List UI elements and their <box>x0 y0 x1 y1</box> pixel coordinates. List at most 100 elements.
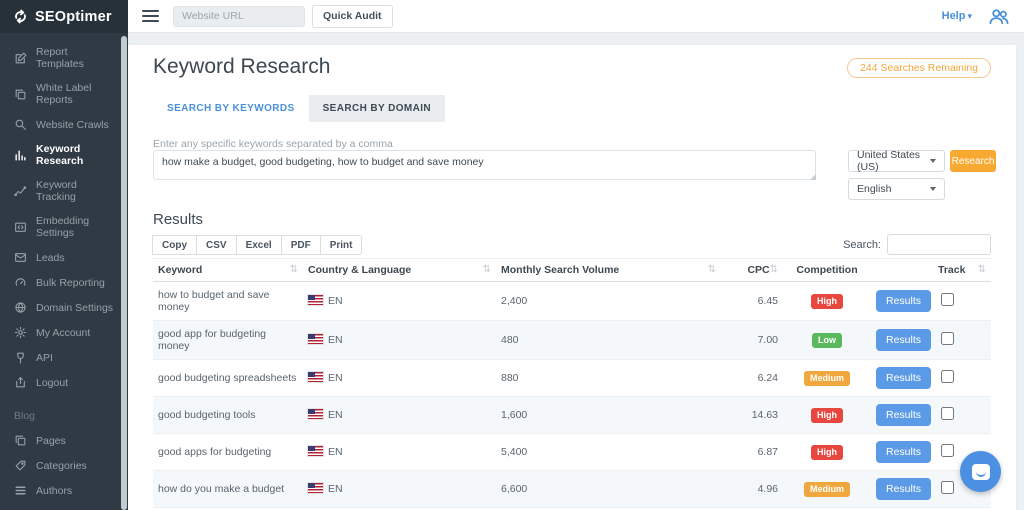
app-frame: SEOptimer Report Templates White Label R… <box>0 0 1024 510</box>
track-cell <box>933 397 991 434</box>
sidebar-item-authors[interactable]: Authors <box>0 478 128 503</box>
cpc-cell: 7.00 <box>721 321 783 360</box>
track-checkbox[interactable] <box>941 370 954 383</box>
sidebar-item-bulk-reporting[interactable]: Bulk Reporting <box>0 270 128 295</box>
sidebar-item-pages[interactable]: Pages <box>0 428 128 453</box>
keyword-cell: good apps for budgeting <box>153 434 303 471</box>
track-cell <box>933 282 991 321</box>
sidebar-item-report-templates[interactable]: Report Templates <box>0 40 128 76</box>
column-header-track[interactable]: Track⇅ <box>933 259 991 282</box>
chat-launcher-button[interactable] <box>960 451 1001 492</box>
results-button[interactable]: Results <box>876 404 931 426</box>
track-checkbox[interactable] <box>941 481 954 494</box>
sort-icon: ⇅ <box>483 264 491 275</box>
sidebar-item-embedding-settings[interactable]: Embedding Settings <box>0 209 128 245</box>
globe-icon <box>14 301 27 314</box>
sort-icon: ⇅ <box>978 264 986 275</box>
brand-logo-icon <box>12 8 29 25</box>
sidebar-nav: Report Templates White Label Reports Web… <box>0 33 128 510</box>
results-button[interactable]: Results <box>876 329 931 351</box>
help-menu[interactable]: Help▾ <box>942 10 972 22</box>
sidebar: SEOptimer Report Templates White Label R… <box>0 0 128 510</box>
country-language-cell: EN <box>303 471 496 508</box>
monthly-search-volume-cell: 880 <box>496 360 721 397</box>
menu-hamburger-icon[interactable] <box>142 10 159 22</box>
export-button-pdf[interactable]: PDF <box>281 235 321 255</box>
track-checkbox[interactable] <box>941 407 954 420</box>
sidebar-item-website-crawls[interactable]: Website Crawls <box>0 112 128 137</box>
track-checkbox[interactable] <box>941 332 954 345</box>
track-cell <box>933 360 991 397</box>
competition-cell: High <box>783 282 871 321</box>
sort-icon: ⇅ <box>770 264 778 275</box>
table-row-how-to-budget-and-save-money: how to budget and save money EN 2,400 6.… <box>153 282 991 321</box>
competition-badge: High <box>811 408 843 423</box>
keyword-cell: good budgeting tools <box>153 397 303 434</box>
us-flag-icon <box>308 372 323 382</box>
column-header-country-language[interactable]: Country & Language⇅ <box>303 259 496 282</box>
list-icon <box>14 484 27 497</box>
cpc-cell: 6.24 <box>721 360 783 397</box>
sidebar-item-white-label-reports[interactable]: White Label Reports <box>0 76 128 112</box>
results-button[interactable]: Results <box>876 478 931 500</box>
search-icon <box>14 118 27 131</box>
brand-logo[interactable]: SEOptimer <box>0 0 128 33</box>
sidebar-item-categories[interactable]: Categories <box>0 453 128 478</box>
users-icon[interactable] <box>988 7 1010 25</box>
search-mode-tabs: SEARCH BY KEYWORDS SEARCH BY DOMAIN <box>153 95 445 122</box>
us-flag-icon <box>308 334 323 344</box>
column-header-cpc[interactable]: CPC ⇅ <box>721 259 783 282</box>
monthly-search-volume-cell: 1,600 <box>496 397 721 434</box>
results-cell: Results <box>871 434 933 471</box>
results-cell: Results <box>871 471 933 508</box>
sidebar-item-blog[interactable]: Blog <box>0 404 128 428</box>
results-button[interactable]: Results <box>876 367 931 389</box>
sidebar-item-logout[interactable]: Logout <box>0 370 128 395</box>
export-button-print[interactable]: Print <box>320 235 363 255</box>
sidebar-item-api[interactable]: API <box>0 345 128 370</box>
column-header-monthly-search-volume[interactable]: Monthly Search Volume⇅ <box>496 259 721 282</box>
plug-icon <box>14 351 27 364</box>
results-button[interactable]: Results <box>876 290 931 312</box>
country-language-cell: EN <box>303 282 496 321</box>
line-chart-icon <box>14 185 27 198</box>
us-flag-icon <box>308 409 323 419</box>
website-url-input[interactable] <box>173 6 305 27</box>
table-row-good-budgeting-spreadsheets: good budgeting spreadsheets EN 880 6.24 … <box>153 360 991 397</box>
sidebar-item-keyword-tracking[interactable]: Keyword Tracking <box>0 173 128 209</box>
sidebar-scrollbar[interactable] <box>121 36 127 510</box>
sidebar-item-my-account[interactable]: My Account <box>0 320 128 345</box>
country-select[interactable]: United States (US) <box>848 150 945 172</box>
track-checkbox[interactable] <box>941 293 954 306</box>
tab-search-by-keywords[interactable]: SEARCH BY KEYWORDS <box>153 95 309 122</box>
language-select[interactable]: English <box>848 178 945 200</box>
quick-audit-button[interactable]: Quick Audit <box>312 5 393 28</box>
export-button-excel[interactable]: Excel <box>236 235 282 255</box>
embed-code-icon <box>14 221 27 234</box>
monthly-search-volume-cell: 6,600 <box>496 471 721 508</box>
results-cell: Results <box>871 282 933 321</box>
keywords-input[interactable]: how make a budget, good budgeting, how t… <box>153 150 816 180</box>
results-button[interactable]: Results <box>876 441 931 463</box>
country-language-cell: EN <box>303 360 496 397</box>
competition-badge: High <box>811 445 843 460</box>
competition-badge: Low <box>812 333 842 348</box>
sidebar-item-leads[interactable]: Leads <box>0 245 128 270</box>
column-header-keyword[interactable]: Keyword⇅ <box>153 259 303 282</box>
research-button[interactable]: Research <box>950 150 996 172</box>
column-header-results <box>871 259 933 282</box>
cpc-cell: 6.87 <box>721 434 783 471</box>
table-search-input[interactable] <box>887 234 991 255</box>
competition-cell: Medium <box>783 360 871 397</box>
export-button-csv[interactable]: CSV <box>196 235 237 255</box>
keyword-cell: good app for budgeting money <box>153 321 303 360</box>
tab-search-by-domain[interactable]: SEARCH BY DOMAIN <box>309 95 445 122</box>
sidebar-item-keyword-research[interactable]: Keyword Research <box>0 137 128 173</box>
track-checkbox[interactable] <box>941 444 954 457</box>
sidebar-item-domain-settings[interactable]: Domain Settings <box>0 295 128 320</box>
us-flag-icon <box>308 483 323 493</box>
export-button-copy[interactable]: Copy <box>152 235 197 255</box>
keywords-input-label: Enter any specific keywords separated by… <box>153 138 393 150</box>
sidebar-item-import-list[interactable]: Import List <box>0 503 128 510</box>
table-row-good-budgeting-tools: good budgeting tools EN 1,600 14.63 High… <box>153 397 991 434</box>
